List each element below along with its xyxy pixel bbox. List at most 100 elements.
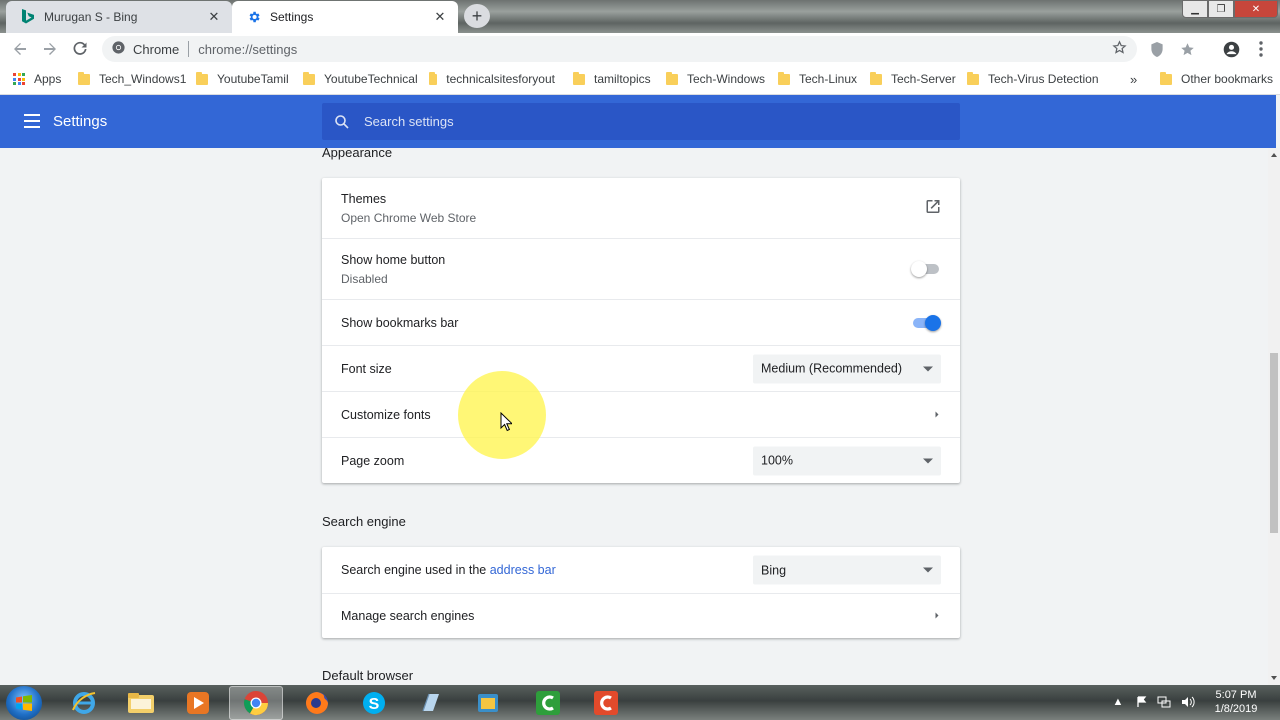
taskbar-notepad-icon[interactable] [404, 686, 458, 720]
close-icon[interactable]: ✕ [432, 9, 448, 25]
search-engine-select[interactable]: Bing [753, 555, 941, 585]
external-link-icon[interactable] [925, 199, 941, 218]
bookmark-apps[interactable]: Apps [13, 71, 61, 87]
tab-settings[interactable]: Settings ✕ [232, 1, 458, 33]
bookmark-label: Tech-Server [891, 72, 956, 86]
taskbar-explorer-icon[interactable] [114, 686, 168, 720]
minimize-button[interactable]: ▁ [1182, 0, 1208, 18]
menu-kebab-icon[interactable] [1252, 40, 1270, 58]
back-icon[interactable] [10, 39, 30, 59]
search-engine-value: Bing [761, 563, 787, 577]
action-center-flag-icon[interactable] [1134, 694, 1150, 710]
bookmark-label: YoutubeTechnical [324, 72, 418, 86]
section-title-default-browser: Default browser [322, 668, 414, 683]
dropdown-arrow-icon [923, 458, 933, 463]
windows-taskbar: S ▲ 5:07 PM 1/8/2019 [0, 685, 1280, 720]
address-bar[interactable]: Chrome chrome://settings [102, 36, 1137, 62]
folder-icon [967, 71, 979, 85]
site-chip: Chrome [133, 41, 180, 57]
folder-icon [573, 71, 585, 85]
url-text[interactable]: chrome://settings [198, 42, 297, 57]
hamburger-menu-icon[interactable] [24, 114, 40, 128]
row-themes[interactable]: Themes Open Chrome Web Store [322, 178, 960, 238]
bookmark-other[interactable]: Other bookmarks [1160, 71, 1273, 87]
home-button-toggle[interactable] [911, 261, 941, 277]
bookmarks-bar-toggle[interactable] [911, 314, 941, 331]
bookmark-label: Tech-Virus Detection [988, 72, 1099, 86]
tab-strip: Murugan S - Bing ✕ Settings ✕ + ▁ ❐ ✕ [0, 0, 1280, 33]
start-button[interactable] [6, 686, 42, 720]
search-input[interactable] [364, 114, 924, 129]
bookmark-folder[interactable]: Tech-Virus Detection [967, 71, 1099, 87]
bookmark-folder[interactable]: YoutubeTamil [196, 71, 289, 87]
search-engine-card: Search engine used in the address bar Bi… [322, 547, 960, 638]
page-scrollbar[interactable] [1268, 148, 1280, 685]
bookmark-label: Tech_Windows1 [99, 72, 187, 86]
taskbar-camtasia-green-icon[interactable] [521, 686, 575, 720]
row-show-home-button[interactable]: Show home button Disabled [322, 238, 960, 299]
bookmark-folder[interactable]: Tech-Windows [666, 71, 765, 87]
row-show-bookmarks-bar[interactable]: Show bookmarks bar [322, 299, 960, 345]
bookmark-label: technicalsitesforyout [446, 72, 555, 86]
bookmark-star-icon[interactable] [1112, 40, 1127, 58]
bookmark-folder[interactable]: technicalsitesforyout [429, 71, 555, 87]
folder-icon [666, 71, 678, 85]
scroll-down-arrow-icon[interactable] [1271, 676, 1277, 680]
forward-icon[interactable] [40, 39, 60, 59]
themes-label: Themes [341, 191, 387, 206]
row-manage-search-engines[interactable]: Manage search engines [322, 593, 960, 638]
bookmarks-bar-label: Show bookmarks bar [341, 315, 459, 330]
taskbar-skype-icon[interactable]: S [347, 686, 401, 720]
bookmark-folder[interactable]: tamiltopics [573, 71, 651, 87]
folder-icon [429, 71, 438, 85]
reload-icon[interactable] [70, 39, 90, 59]
taskbar-window-app-icon[interactable] [461, 686, 515, 720]
volume-icon[interactable] [1180, 694, 1196, 710]
address-bar-link[interactable]: address bar [490, 563, 556, 577]
taskbar-clock[interactable]: 5:07 PM 1/8/2019 [1204, 688, 1268, 716]
home-button-label: Show home button [341, 252, 446, 267]
row-search-engine-used: Search engine used in the address bar Bi… [322, 547, 960, 593]
taskbar-ie-icon[interactable] [57, 686, 111, 720]
home-button-sublabel: Disabled [341, 271, 388, 286]
new-tab-button[interactable]: + [464, 4, 490, 28]
page-zoom-select[interactable]: 100% [753, 446, 941, 475]
tray-expand-icon[interactable]: ▲ [1110, 694, 1126, 710]
bookmark-label: tamiltopics [594, 72, 651, 86]
manage-search-engines-label: Manage search engines [341, 609, 475, 623]
profile-icon[interactable] [1222, 40, 1240, 58]
search-settings-box[interactable] [322, 103, 960, 140]
taskbar-chrome-icon[interactable] [229, 686, 283, 720]
appearance-card: Themes Open Chrome Web Store Show home b… [322, 178, 960, 483]
bookmark-folder[interactable]: Tech-Linux [778, 71, 857, 87]
close-icon[interactable]: ✕ [206, 9, 222, 25]
taskbar-camtasia-orange-icon[interactable] [579, 686, 633, 720]
search-engine-label-text: Search engine used in the [341, 563, 490, 577]
tab-title: Settings [270, 10, 314, 24]
row-customize-fonts[interactable]: Customize fonts [322, 391, 960, 437]
scrollbar-thumb[interactable] [1270, 353, 1278, 533]
network-icon[interactable] [1156, 694, 1172, 710]
bookmark-folder[interactable]: YoutubeTechnical [303, 71, 418, 87]
browser-toolbar: Chrome chrome://settings [0, 33, 1280, 64]
maximize-button[interactable]: ❐ [1208, 0, 1234, 18]
bookmark-folder[interactable]: Tech-Server [870, 71, 956, 87]
taskbar-firefox-icon[interactable] [290, 686, 344, 720]
row-page-zoom: Page zoom 100% [322, 437, 960, 483]
tab-bing[interactable]: Murugan S - Bing ✕ [6, 1, 232, 33]
bookmark-folder[interactable]: Tech_Windows1 [78, 71, 186, 87]
shield-extension-icon[interactable] [1148, 40, 1166, 58]
scroll-up-arrow-icon[interactable] [1271, 153, 1277, 157]
folder-icon [196, 71, 208, 85]
page-zoom-label: Page zoom [341, 453, 405, 468]
row-font-size: Font size Medium (Recommended) [322, 345, 960, 391]
close-window-button[interactable]: ✕ [1234, 0, 1278, 18]
folder-icon [303, 71, 315, 85]
bookmarks-overflow-chevron[interactable]: » [1130, 71, 1137, 87]
apps-grid-icon [13, 73, 25, 85]
font-size-select[interactable]: Medium (Recommended) [753, 354, 941, 383]
search-icon [334, 114, 350, 130]
bookmark-label: Tech-Windows [687, 72, 766, 86]
taskbar-media-player-icon[interactable] [171, 686, 225, 720]
star-extension-icon[interactable] [1178, 40, 1196, 58]
